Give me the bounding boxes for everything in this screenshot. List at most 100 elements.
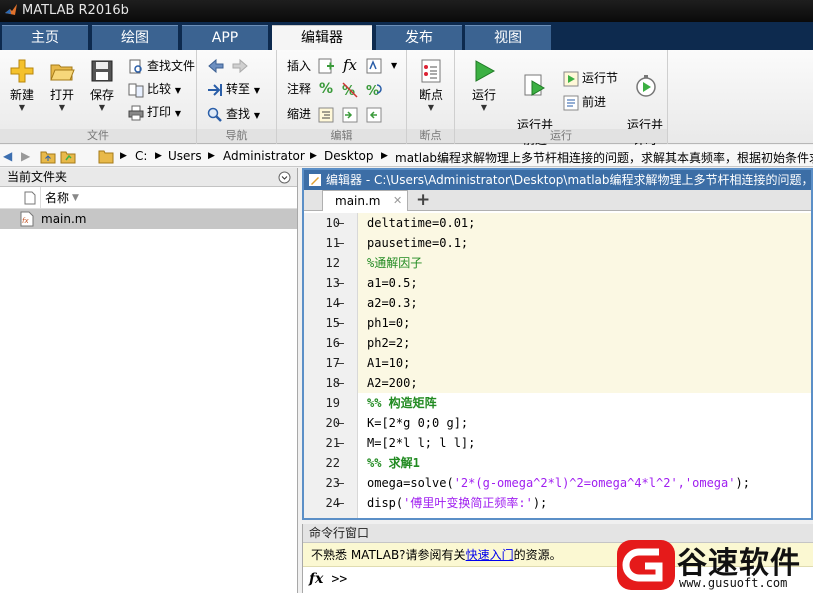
code-line[interactable]: 11– pausetime=0.1; xyxy=(304,233,811,253)
code-line[interactable]: 23– omega=solve('2*(g-omega^2*l)^2=omega^… xyxy=(304,473,811,493)
find-files-button[interactable]: 查找文件 xyxy=(128,56,195,76)
new-button[interactable]: 新建 ▼ xyxy=(4,58,40,113)
back-arrow-icon[interactable] xyxy=(207,57,225,75)
advance-button[interactable]: 前进 xyxy=(563,92,606,112)
increase-indent-icon[interactable] xyxy=(341,106,359,124)
crumb-separator-icon: ▶ xyxy=(155,151,162,161)
breakpoint-dash[interactable]: – xyxy=(328,373,344,393)
line-number: 22 xyxy=(325,456,340,470)
code-line[interactable]: 17– A1=10; xyxy=(304,353,811,373)
code-line[interactable]: 16– ph2=2; xyxy=(304,333,811,353)
code-line[interactable]: 10– deltatime=0.01; xyxy=(304,213,811,233)
breakpoints-icon xyxy=(421,59,441,83)
code-text: %% 求解1 xyxy=(367,456,420,470)
tab-home[interactable]: 主页 xyxy=(2,25,88,50)
code-line[interactable]: 20– K=[2*g 0;0 g]; xyxy=(304,413,811,433)
code-line[interactable]: 19 %% 构造矩阵 xyxy=(304,393,811,413)
print-button[interactable]: 打印 ▼ xyxy=(128,102,181,122)
code-text: A1=10; xyxy=(367,356,411,370)
tab-editor[interactable]: 编辑器 xyxy=(272,25,372,50)
panel-actions-icon[interactable] xyxy=(278,171,291,184)
breakpoint-dash[interactable]: – xyxy=(328,273,344,293)
new-plus-icon xyxy=(10,59,34,83)
wrap-comments-icon[interactable]: % xyxy=(365,81,383,99)
code-line[interactable]: 21– M=[2*l l; l l]; xyxy=(304,433,811,453)
code-text: a1=0.5; xyxy=(367,276,418,290)
tab-plots[interactable]: 绘图 xyxy=(92,25,178,50)
tab-view[interactable]: 视图 xyxy=(465,25,551,50)
new-tab-plus-icon[interactable]: + xyxy=(416,190,430,210)
crumb-drive[interactable]: C: xyxy=(135,149,147,163)
save-button[interactable]: 保存 ▼ xyxy=(84,58,120,113)
run-button[interactable]: 运行 ▼ xyxy=(463,58,505,113)
code-line[interactable]: 13– a1=0.5; xyxy=(304,273,811,293)
format-icon[interactable] xyxy=(365,57,383,75)
breakpoint-dash[interactable]: – xyxy=(328,313,344,333)
code-line[interactable]: 18– A2=200; xyxy=(304,373,811,393)
breakpoint-dash[interactable]: – xyxy=(328,433,344,453)
crumb-administrator[interactable]: Administrator xyxy=(223,149,305,163)
back-nav-icon[interactable]: ◀ xyxy=(3,149,12,163)
breakpoint-dash[interactable]: – xyxy=(328,333,344,353)
cell-highlight xyxy=(358,333,811,353)
run-section-button[interactable]: 运行节 xyxy=(563,68,618,88)
navigate-group: 转至 ▼ 查找 ▼ 导航 xyxy=(197,50,277,144)
code-line[interactable]: 15– ph1=0; xyxy=(304,313,811,333)
ribbon-toolstrip: 新建 ▼ 打开 ▼ 保存 ▼ 查找文件 比较 ▼ 打印 ▼ 文件 转至 ▼ 查找… xyxy=(0,50,813,147)
name-column-header[interactable]: 名称 xyxy=(40,187,69,209)
breakpoints-button[interactable]: 断点 ▼ xyxy=(411,58,451,113)
code-text: pausetime=0.1; xyxy=(367,236,469,250)
code-line[interactable]: 14– a2=0.3; xyxy=(304,293,811,313)
crumb-desktop[interactable]: Desktop xyxy=(324,149,374,163)
up-folder-icon[interactable] xyxy=(40,148,56,164)
uncomment-icon[interactable]: % xyxy=(341,81,359,99)
code-line[interactable]: 22 %% 求解1 xyxy=(304,453,811,473)
tab-publish[interactable]: 发布 xyxy=(376,25,462,50)
tab-apps[interactable]: APP xyxy=(182,25,268,50)
compare-button[interactable]: 比较 ▼ xyxy=(128,79,181,99)
folder-open-icon xyxy=(50,64,75,81)
code-string: '2*(g-omega^2*l)^2=omega^4*l^2','omega' xyxy=(453,476,736,490)
file-row-main-m[interactable]: fx main.m xyxy=(0,209,297,229)
breakpoint-dash[interactable]: – xyxy=(328,293,344,313)
insert-function-fx-icon[interactable]: fx xyxy=(343,55,357,75)
edit-group: 插入 fx ▼ 注释 % % % 缩进 编辑 xyxy=(277,50,407,144)
code-line[interactable]: 12 %通解因子 xyxy=(304,253,811,273)
find-button[interactable]: 查找 ▼ xyxy=(207,104,260,124)
editor-title-bar: 编辑器 - C:\Users\Administrator\Desktop\mat… xyxy=(304,170,811,190)
forward-nav-icon[interactable]: ▶ xyxy=(21,149,30,163)
code-text: omega=solve('2*(g-omega^2*l)^2=omega^4*l… xyxy=(367,473,750,493)
indent-label: 缩进 xyxy=(287,107,312,121)
breakpoint-dash[interactable]: – xyxy=(328,213,344,233)
code-text-pre: disp( xyxy=(367,496,404,510)
goto-dropdown-arrow-icon: ▼ xyxy=(253,86,260,95)
breakpoint-dash[interactable]: – xyxy=(328,493,344,513)
line-number: 12 xyxy=(325,256,340,270)
breakpoint-dash[interactable]: – xyxy=(328,233,344,253)
open-button[interactable]: 打开 ▼ xyxy=(44,58,80,113)
decrease-indent-icon[interactable] xyxy=(365,106,383,124)
folder-icon xyxy=(98,150,114,164)
forward-arrow-icon[interactable] xyxy=(231,57,249,75)
breakpoint-dash[interactable]: – xyxy=(328,353,344,373)
editor-tab-main-m[interactable]: main.m ✕ xyxy=(322,190,408,211)
breakpoints-dropdown-arrow-icon: ▼ xyxy=(427,103,435,112)
crumb-project-folder[interactable]: matlab编程求解物理上多节杆相连接的问题，求解其本真频率，根据初始条件求 xyxy=(395,149,813,166)
browse-folder-icon[interactable] xyxy=(60,148,76,164)
crumb-users[interactable]: Users xyxy=(168,149,202,163)
editor-title: 编辑器 - C:\Users\Administrator\Desktop\mat… xyxy=(326,173,811,187)
comment-percent-icon[interactable]: % xyxy=(319,79,333,99)
smart-indent-icon[interactable] xyxy=(317,106,335,124)
line-number: 19 xyxy=(325,396,340,410)
breakpoint-dash[interactable]: – xyxy=(328,473,344,493)
code-area[interactable]: 10– deltatime=0.01; 11– pausetime=0.1; 12 %通解… xyxy=(304,213,811,518)
goto-arrow-icon xyxy=(208,83,222,96)
goto-button[interactable]: 转至 ▼ xyxy=(207,79,260,99)
close-tab-icon[interactable]: ✕ xyxy=(393,191,402,211)
fx-icon[interactable]: fx xyxy=(309,571,323,587)
getting-started-link[interactable]: 快速入门 xyxy=(466,548,514,562)
breakpoint-dash[interactable]: – xyxy=(328,413,344,433)
code-line[interactable]: 24– disp('傅里叶变换简正频率:'); xyxy=(304,493,811,513)
format-dropdown-arrow-icon[interactable]: ▼ xyxy=(391,56,397,76)
insert-section-icon[interactable] xyxy=(317,57,335,75)
